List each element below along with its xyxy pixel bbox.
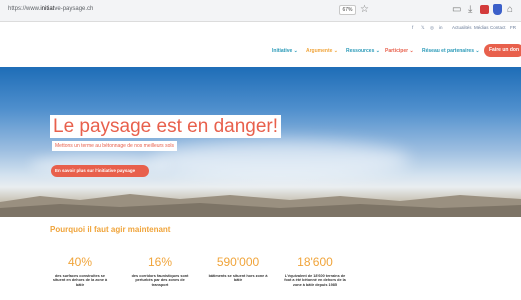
instagram-icon[interactable]: ◎ xyxy=(430,25,434,31)
stat-value: 40% xyxy=(67,255,93,269)
nav-item-resources[interactable]: Ressources ⌄ xyxy=(346,48,380,54)
tab-icon[interactable]: ▭ xyxy=(452,4,461,16)
stat-value: 18'600 xyxy=(297,255,333,269)
twitter-icon[interactable]: 𝕏 xyxy=(421,25,425,31)
zoom-indicator[interactable]: 67% xyxy=(339,5,356,15)
stat-value: 590'000 xyxy=(216,255,260,269)
nav-item-network[interactable]: Réseau et partenaires ⌄ xyxy=(422,48,480,54)
nav-item-initiative[interactable]: Initiative ⌄ xyxy=(272,48,298,54)
linkedin-icon[interactable]: in xyxy=(439,25,443,30)
topbar-link-media[interactable]: Médias xyxy=(474,25,489,30)
facebook-icon[interactable]: f xyxy=(412,25,413,30)
download-icon[interactable]: ⤓ xyxy=(468,4,472,16)
topbar-link-contact[interactable]: Contact xyxy=(490,25,506,30)
topbar-link-news[interactable]: Actualités xyxy=(452,25,472,30)
profile-icon[interactable] xyxy=(493,4,502,15)
hero-subtitle-box: Mettons un terme au bétonnage de nos mei… xyxy=(52,141,177,151)
url-text[interactable]: https://www.initiatve-paysage.ch xyxy=(8,6,93,12)
section-title: Pourquoi il faut agir maintenant xyxy=(50,225,171,234)
extension-icon[interactable] xyxy=(480,5,489,14)
hero-subtitle: Mettons un terme au bétonnage de nos mei… xyxy=(55,143,174,149)
home-icon[interactable]: ⌂ xyxy=(507,4,513,16)
nav-item-participate[interactable]: Participer ⌄ xyxy=(385,48,414,54)
stat-caption: des surfaces construites se situent en d… xyxy=(52,274,108,287)
hero-title: Le paysage est en danger! xyxy=(53,116,279,137)
stat-value: 16% xyxy=(147,255,173,269)
stat-caption: L'équivalent de 18'600 terrains de foot … xyxy=(284,274,346,287)
stat-caption: des corridors faunistiques sont perturbé… xyxy=(131,274,189,287)
hero-mountains xyxy=(0,194,521,217)
donate-button[interactable]: Faire un don xyxy=(484,44,521,57)
nav-item-arguments[interactable]: Argumente ⌄ xyxy=(306,48,338,54)
learn-more-button[interactable]: En savoir plus sur l'initiative paysage xyxy=(51,165,149,177)
hero-title-box: Le paysage est en danger! xyxy=(50,115,282,138)
topbar-link-language[interactable]: FR xyxy=(510,25,516,30)
star-icon[interactable]: ☆ xyxy=(360,4,369,16)
stat-caption: bâtiments se situent hors zone à bâtir xyxy=(208,274,268,283)
hero-cloud xyxy=(150,140,410,180)
